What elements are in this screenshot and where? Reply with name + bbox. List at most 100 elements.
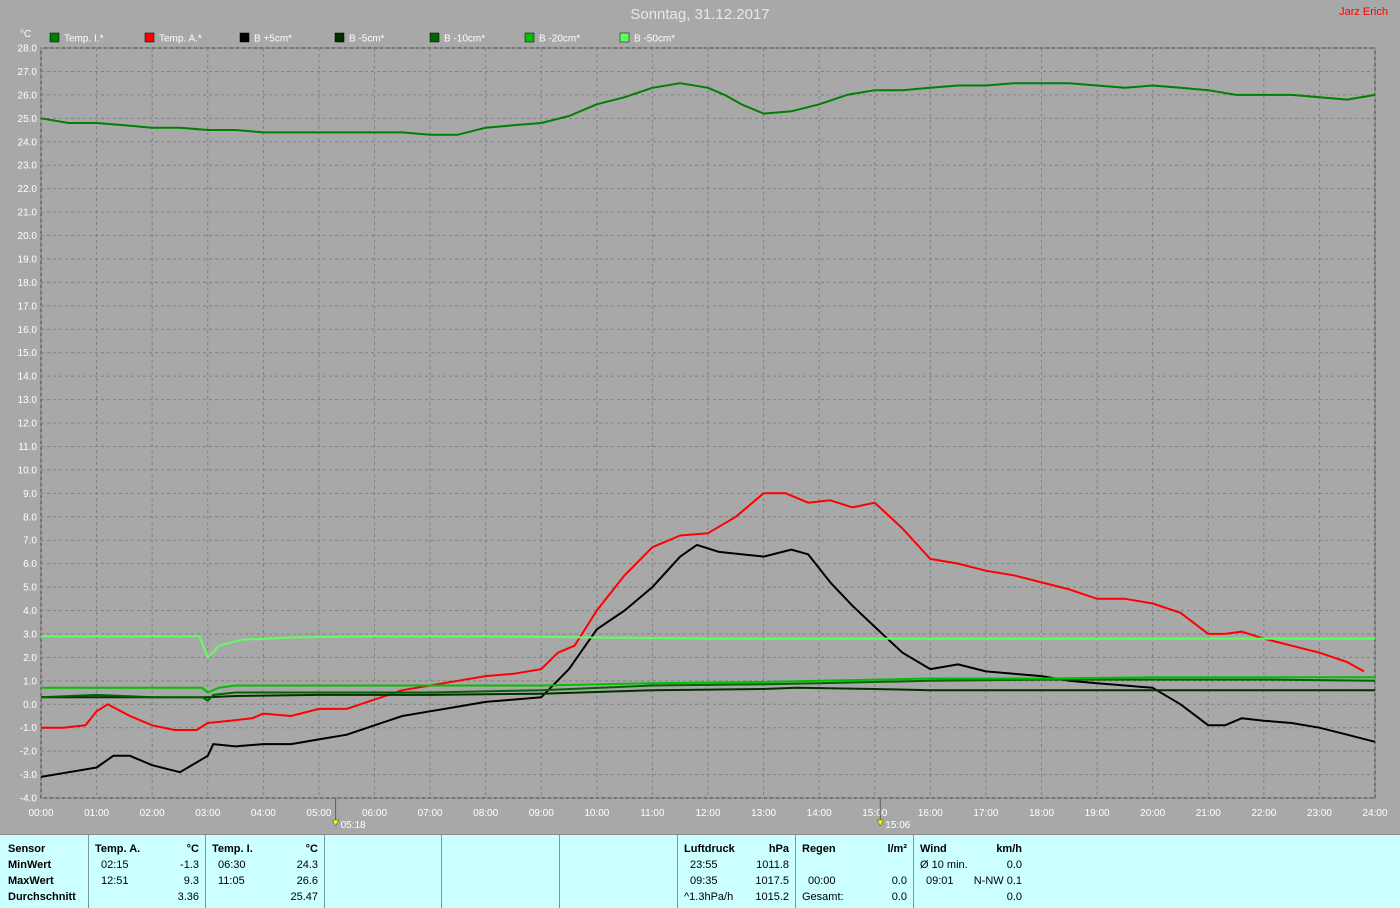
stats-header-temp-i: Temp. I. (212, 843, 253, 855)
stats-pressure-trend: ^1.3hPa/h (684, 891, 734, 903)
y-tick-label: 6.0 (23, 559, 37, 570)
stats-label-min: MinWert (8, 859, 52, 871)
y-tick-label: 20.0 (18, 231, 38, 242)
x-tick-label: 15:00 (862, 808, 887, 819)
x-tick-label: 00:00 (28, 808, 53, 819)
legend: Temp. I.* Temp. A.* B +5cm* B -5cm* B -10cm*… (49, 32, 675, 45)
legend-swatch (144, 32, 155, 43)
stats-temp-i-max-val: 26.6 (296, 875, 318, 887)
stats-unit-temp-i: °C (305, 843, 318, 855)
stats-label-avg: Durchschnitt (8, 891, 76, 903)
stats-wind-min-val: 0.0 (1006, 859, 1022, 871)
x-tick-label: 08:00 (473, 808, 498, 819)
x-tick-label: 10:00 (584, 808, 609, 819)
x-tick-label: 14:00 (807, 808, 832, 819)
legend-swatch (49, 32, 60, 43)
y-tick-label: 25.0 (18, 114, 38, 125)
x-tick-label: 17:00 (973, 808, 998, 819)
stats-temp-i-min-val: 24.3 (296, 859, 318, 871)
y-tick-label: -2.0 (20, 747, 38, 758)
x-axis: 00:00 01:00 02:00 03:00 04:00 05:00 06:00 07:00… (28, 808, 1387, 819)
y-axis-label: °C (20, 29, 31, 40)
stats-unit-temp-a: °C (186, 843, 199, 855)
stats-wind-max-val: N-NW 0.1 (973, 875, 1022, 887)
sunset-icon (876, 819, 884, 827)
y-tick-label: 4.0 (23, 606, 37, 617)
x-tick-label: 06:00 (362, 808, 387, 819)
y-tick-label: 28.0 (18, 44, 38, 55)
x-tick-label: 07:00 (418, 808, 443, 819)
x-tick-label: 18:00 (1029, 808, 1054, 819)
legend-swatch (524, 32, 535, 43)
stats-col-empty-2 (442, 835, 560, 908)
stats-header-sensor: Sensor (8, 843, 46, 855)
x-tick-label: 13:00 (751, 808, 776, 819)
stats-pressure-max-val: 1017.5 (755, 875, 789, 887)
stats-col-wind: Wind km/h Ø 10 min. 0.0 09:01 N-NW 0.1 0… (914, 835, 1028, 908)
stats-pressure-avg: 1015.2 (755, 891, 789, 903)
y-tick-label: 2.0 (23, 653, 37, 664)
stats-temp-a-min-time: 02:15 (101, 859, 129, 871)
y-tick-label: 13.0 (18, 395, 38, 406)
y-tick-label: 26.0 (18, 90, 38, 101)
y-tick-label: 27.0 (18, 67, 38, 78)
y-tick-label: 3.0 (23, 629, 37, 640)
x-tick-label: 22:00 (1251, 808, 1276, 819)
y-tick-label: 14.0 (18, 372, 38, 383)
stats-header-temp-a: Temp. A. (95, 843, 141, 855)
y-tick-label: 19.0 (18, 254, 38, 265)
stats-temp-i-max-time: 11:05 (218, 875, 245, 887)
y-tick-label: 11.0 (18, 442, 37, 453)
x-tick-label: 19:00 (1085, 808, 1110, 819)
x-tick-label: 05:00 (306, 808, 331, 819)
stats-label-max: MaxWert (8, 875, 54, 887)
stats-wind-min-label: Ø 10 min. (920, 859, 968, 871)
y-tick-label: 5.0 (23, 583, 37, 594)
y-tick-label: -4.0 (20, 794, 38, 805)
legend-entry: B -50cm* (634, 34, 675, 45)
x-tick-label: 20:00 (1140, 808, 1165, 819)
stats-temp-i-avg: 25.47 (290, 891, 318, 903)
x-tick-label: 24:00 (1362, 808, 1387, 819)
stats-temp-a-max-time: 12:51 (101, 875, 129, 887)
y-tick-label: 22.0 (18, 184, 38, 195)
x-tick-label: 03:00 (195, 808, 220, 819)
stats-header-pressure: Luftdruck (684, 843, 735, 855)
marker-label: 15:06 (885, 820, 910, 831)
stats-col-empty-3 (560, 835, 678, 908)
stats-temp-a-min-val: -1.3 (180, 859, 199, 871)
stats-col-temp-a: Temp. A. °C 02:15 -1.3 12:51 9.3 3.36 (89, 835, 206, 908)
stats-wind-avg: 0.0 (1006, 891, 1022, 903)
stats-col-empty-1 (325, 835, 442, 908)
legend-entry: Temp. I.* (64, 34, 104, 45)
stats-unit-pressure: hPa (768, 843, 789, 855)
y-tick-label: 16.0 (18, 325, 38, 336)
stats-rain-max-time: 00:00 (808, 875, 836, 887)
x-tick-label: 02:00 (140, 808, 165, 819)
legend-swatch (429, 32, 440, 43)
x-tick-label: 09:00 (529, 808, 554, 819)
stats-temp-a-avg: 3.36 (177, 891, 199, 903)
stats-temp-i-min-time: 06:30 (218, 859, 246, 871)
y-tick-label: 9.0 (23, 489, 37, 500)
stats-pressure-max-time: 09:35 (690, 875, 718, 887)
stats-temp-a-max-val: 9.3 (183, 875, 199, 887)
sunrise-icon (332, 819, 339, 827)
y-tick-label: 1.0 (23, 676, 37, 687)
stats-col-sensor: Sensor MinWert MaxWert Durchschnitt (0, 835, 89, 908)
legend-entry: B -5cm* (349, 34, 385, 45)
x-tick-label: 04:00 (251, 808, 276, 819)
x-tick-label: 21:00 (1196, 808, 1221, 819)
y-tick-label: 10.0 (18, 465, 38, 476)
legend-entry: B -10cm* (444, 34, 485, 45)
y-tick-label: 12.0 (18, 419, 38, 430)
x-tick-label: 01:00 (84, 808, 109, 819)
stats-rain-total: 0.0 (891, 891, 907, 903)
stats-wind-max-time: 09:01 (926, 875, 954, 887)
y-tick-label: 23.0 (18, 161, 38, 172)
stats-header-wind: Wind (920, 843, 947, 855)
x-tick-label: 11:00 (640, 808, 665, 819)
y-tick-label: 18.0 (18, 278, 38, 289)
x-tick-label: 23:00 (1307, 808, 1332, 819)
x-tick-label: 16:00 (918, 808, 943, 819)
